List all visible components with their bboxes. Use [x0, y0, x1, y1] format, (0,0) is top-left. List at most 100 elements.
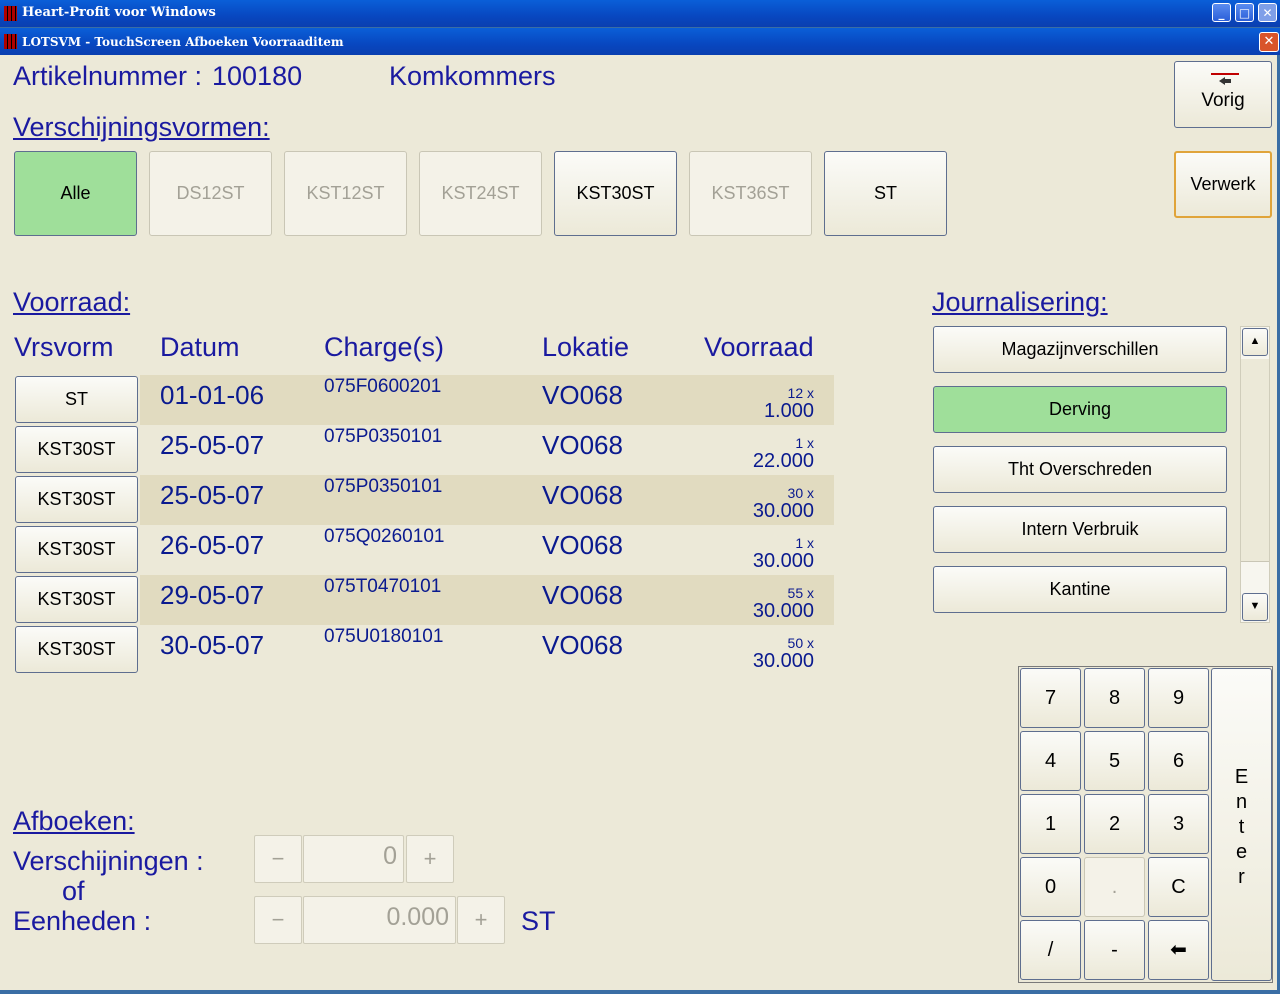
key-8[interactable]: 8	[1084, 668, 1145, 728]
row-stock-amount: 30.000	[752, 500, 814, 522]
journal-scrollbar[interactable]: ▲ ▼	[1240, 326, 1270, 623]
unit-label: ST	[521, 906, 556, 936]
window-title-bar: Heart-Profit voor Windows _ □ ✕	[0, 0, 1280, 27]
dialog-title-bar: LOTSVM - TouchScreen Afboeken Voorraadit…	[0, 28, 1280, 55]
minus-key[interactable]: -	[1084, 920, 1145, 980]
col-header-stock: Voorraad	[704, 332, 814, 362]
row-date: 26-05-07	[160, 530, 265, 560]
row-charge: 075F0600201	[324, 376, 442, 397]
row-charge: 075P0350101	[324, 426, 443, 447]
form-button-ds12st[interactable]: DS12ST	[149, 151, 272, 236]
enter-label: Enter	[1212, 765, 1271, 890]
appearances-minus-button[interactable]: −	[254, 835, 302, 883]
scroll-thumb[interactable]	[1241, 359, 1269, 562]
key-2[interactable]: 2	[1084, 794, 1145, 854]
row-date: 25-05-07	[160, 430, 265, 460]
row-form-button[interactable]: KST30ST	[15, 476, 138, 523]
form-button-kst12st[interactable]: KST12ST	[284, 151, 407, 236]
key-9[interactable]: 9	[1148, 668, 1209, 728]
appearances-label: Verschijningen :	[13, 846, 204, 876]
journal-item[interactable]: Tht Overschreden	[933, 446, 1227, 493]
scroll-up-button[interactable]: ▲	[1242, 328, 1268, 356]
app-icon	[4, 6, 17, 21]
enter-letter: n	[1235, 791, 1248, 813]
row-stock-amount: 30.000	[752, 650, 814, 672]
row-location: VO068	[542, 630, 623, 660]
key-7[interactable]: 7	[1020, 668, 1081, 728]
journal-heading: Journalisering:	[932, 287, 1108, 317]
key-3[interactable]: 3	[1148, 794, 1209, 854]
journal-item[interactable]: Kantine	[933, 566, 1227, 613]
row-stock: 1 x 30.000	[700, 535, 814, 575]
row-date: 29-05-07	[160, 580, 265, 610]
row-stock-count: 30 x	[787, 485, 814, 501]
enter-letter: t	[1238, 816, 1245, 838]
decimal-key[interactable]: .	[1084, 857, 1145, 917]
row-form-button[interactable]: KST30ST	[15, 576, 138, 623]
journal-item[interactable]: Derving	[933, 386, 1227, 433]
dialog-client-area: Artikelnummer : 100180 Komkommers Versch…	[0, 55, 1277, 990]
row-stock: 50 x 30.000	[700, 635, 814, 675]
process-button[interactable]: Verwerk	[1174, 151, 1272, 218]
row-charge: 075Q0260101	[324, 526, 445, 547]
row-form-button[interactable]: ST	[15, 376, 138, 423]
forms-heading: Verschijningsvormen:	[13, 112, 270, 142]
col-header-form: Vrsvorm	[14, 332, 114, 362]
scroll-down-button[interactable]: ▼	[1242, 593, 1268, 621]
appearances-plus-button[interactable]: +	[406, 835, 454, 883]
journal-item[interactable]: Magazijnverschillen	[933, 326, 1227, 373]
key-5[interactable]: 5	[1084, 731, 1145, 791]
slash-key[interactable]: /	[1020, 920, 1081, 980]
row-location: VO068	[542, 430, 623, 460]
form-button-kst30st[interactable]: KST30ST	[554, 151, 677, 236]
dialog-close-button[interactable]: ✕	[1259, 32, 1279, 52]
arrow-left-icon	[1211, 73, 1239, 85]
stock-heading: Voorraad:	[13, 287, 131, 317]
backspace-key[interactable]: ⬅	[1148, 920, 1209, 980]
key-0[interactable]: 0	[1020, 857, 1081, 917]
row-form-button[interactable]: KST30ST	[15, 526, 138, 573]
booking-heading: Afboeken:	[13, 806, 135, 836]
units-minus-button[interactable]: −	[254, 896, 302, 944]
form-button-kst36st[interactable]: KST36ST	[689, 151, 812, 236]
row-stock-count: 1 x	[795, 435, 814, 451]
row-charge: 075T0470101	[324, 576, 442, 597]
row-stock-count: 1 x	[795, 535, 814, 551]
enter-key[interactable]: Enter	[1211, 668, 1272, 981]
article-name: Komkommers	[389, 61, 556, 91]
previous-button[interactable]: Vorig	[1174, 61, 1272, 128]
dialog-title: LOTSVM - TouchScreen Afboeken Voorraadit…	[22, 35, 344, 49]
row-stock: 12 x 1.000	[700, 385, 814, 425]
row-location: VO068	[542, 480, 623, 510]
window-close-button[interactable]: ✕	[1258, 3, 1277, 22]
row-stock-amount: 22.000	[752, 450, 814, 472]
row-stock: 30 x 30.000	[700, 485, 814, 525]
key-4[interactable]: 4	[1020, 731, 1081, 791]
appearances-input[interactable]: 0	[303, 835, 404, 883]
row-form-button[interactable]: KST30ST	[15, 626, 138, 673]
minimize-button[interactable]: _	[1212, 3, 1231, 22]
form-button-kst24st[interactable]: KST24ST	[419, 151, 542, 236]
journal-item[interactable]: Intern Verbruik	[933, 506, 1227, 553]
row-location: VO068	[542, 580, 623, 610]
row-stock-amount: 1.000	[763, 400, 814, 422]
row-stock-amount: 30.000	[752, 600, 814, 622]
units-plus-button[interactable]: +	[457, 896, 505, 944]
dialog-icon	[4, 34, 17, 49]
key-6[interactable]: 6	[1148, 731, 1209, 791]
clear-key[interactable]: C	[1148, 857, 1209, 917]
row-location: VO068	[542, 530, 623, 560]
key-1[interactable]: 1	[1020, 794, 1081, 854]
article-number: 100180	[212, 61, 303, 91]
form-button-st[interactable]: ST	[824, 151, 947, 236]
row-form-button[interactable]: KST30ST	[15, 426, 138, 473]
units-input[interactable]: 0.000	[303, 896, 456, 944]
row-charge: 075U0180101	[324, 626, 444, 647]
maximize-button[interactable]: □	[1235, 3, 1254, 22]
enter-letter: E	[1234, 766, 1249, 788]
enter-letter: r	[1238, 866, 1245, 888]
form-button-alle[interactable]: Alle	[14, 151, 137, 236]
row-charge: 075P0350101	[324, 476, 443, 497]
row-stock: 55 x 30.000	[700, 585, 814, 625]
or-label: of	[62, 876, 85, 906]
